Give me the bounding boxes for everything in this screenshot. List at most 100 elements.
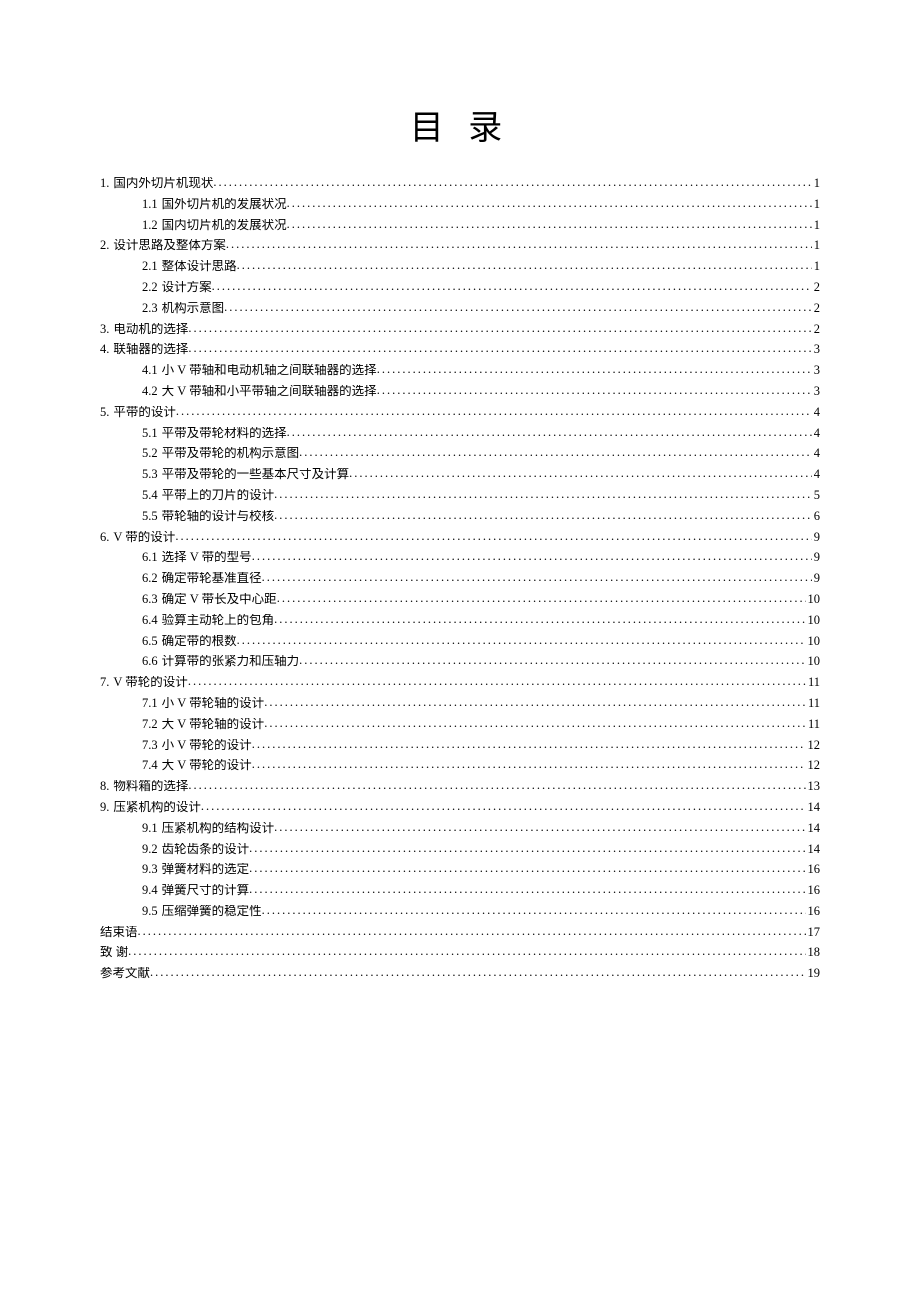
toc-entry[interactable]: 参考文献19: [100, 967, 820, 980]
toc-leader: [377, 364, 812, 376]
toc-text: 大 V 带轴和小平带轴之间联轴器的选择: [162, 385, 377, 398]
toc-entry[interactable]: 9.压紧机构的设计14: [100, 801, 820, 814]
toc-entry[interactable]: 2.3机构示意图2: [100, 302, 820, 315]
toc-text: 整体设计思路: [162, 260, 237, 273]
toc-entry[interactable]: 5.4平带上的刀片的设计5: [100, 489, 820, 502]
toc-entry[interactable]: 6.V 带的设计9: [100, 531, 820, 544]
toc-leader: [274, 614, 805, 626]
toc-entry[interactable]: 8.物料箱的选择13: [100, 780, 820, 793]
toc-text: 弹簧尺寸的计算: [162, 884, 250, 897]
toc-number: 9.: [100, 801, 109, 814]
toc-entry[interactable]: 5.5带轮轴的设计与校核6: [100, 510, 820, 523]
toc-page: 12: [806, 759, 821, 772]
toc-number: 1.1: [142, 198, 158, 211]
toc-leader: [349, 468, 812, 480]
toc-entry[interactable]: 6.3确定 V 带长及中心距10: [100, 593, 820, 606]
toc-entry[interactable]: 5.平带的设计4: [100, 406, 820, 419]
toc-page: 14: [806, 822, 821, 835]
toc-entry[interactable]: 致 谢18: [100, 946, 820, 959]
toc-entry[interactable]: 1.1国外切片机的发展状况1: [100, 198, 820, 211]
toc-entry[interactable]: 2.1整体设计思路1: [100, 260, 820, 273]
toc-entry[interactable]: 9.5压缩弹簧的稳定性16: [100, 905, 820, 918]
toc-leader: [299, 447, 812, 459]
toc-number: 6.6: [142, 655, 158, 668]
toc-page: 11: [806, 718, 820, 731]
toc-text: 计算带的张紧力和压轴力: [162, 655, 300, 668]
toc-entry[interactable]: 6.2确定带轮基准直径9: [100, 572, 820, 585]
toc-page: 3: [812, 364, 820, 377]
table-of-contents: 1.国内外切片机现状11.1国外切片机的发展状况11.2国内切片机的发展状况12…: [100, 177, 820, 980]
toc-entry[interactable]: 结束语17: [100, 926, 820, 939]
toc-leader: [128, 946, 805, 958]
toc-entry[interactable]: 1.2国内切片机的发展状况1: [100, 219, 820, 232]
toc-entry[interactable]: 4.1小 V 带轴和电动机轴之间联轴器的选择3: [100, 364, 820, 377]
toc-text: V 带的设计: [113, 531, 175, 544]
toc-text: 小 V 带轮轴的设计: [162, 697, 265, 710]
toc-page: 10: [806, 655, 821, 668]
toc-number: 6.5: [142, 635, 158, 648]
toc-leader: [188, 780, 805, 792]
toc-text: 平带的设计: [113, 406, 176, 419]
toc-page: 19: [806, 967, 821, 980]
toc-leader: [287, 219, 812, 231]
toc-entry[interactable]: 7.4大 V 带轮的设计12: [100, 759, 820, 772]
toc-entry[interactable]: 9.3弹簧材料的选定16: [100, 863, 820, 876]
toc-entry[interactable]: 6.4验算主动轮上的包角10: [100, 614, 820, 627]
toc-leader: [262, 572, 812, 584]
toc-number: 9.1: [142, 822, 158, 835]
toc-number: 6.3: [142, 593, 158, 606]
toc-entry[interactable]: 6.5确定带的根数10: [100, 635, 820, 648]
toc-entry[interactable]: 5.2平带及带轮的机构示意图4: [100, 447, 820, 460]
toc-number: 8.: [100, 780, 109, 793]
toc-entry[interactable]: 5.1平带及带轮材料的选择4: [100, 427, 820, 440]
toc-entry[interactable]: 7.3小 V 带轮的设计12: [100, 739, 820, 752]
toc-number: 4.1: [142, 364, 158, 377]
toc-entry[interactable]: 7.2大 V 带轮轴的设计11: [100, 718, 820, 731]
toc-number: 9.5: [142, 905, 158, 918]
toc-entry[interactable]: 1.国内外切片机现状1: [100, 177, 820, 190]
toc-number: 1.2: [142, 219, 158, 232]
toc-text: 致 谢: [100, 946, 128, 959]
toc-page: 9: [812, 572, 820, 585]
toc-leader: [176, 406, 812, 418]
toc-entry[interactable]: 3.电动机的选择2: [100, 323, 820, 336]
toc-text: 结束语: [100, 926, 138, 939]
toc-leader: [138, 926, 806, 938]
toc-page: 12: [806, 739, 821, 752]
toc-leader: [249, 843, 805, 855]
toc-entry[interactable]: 4.2大 V 带轴和小平带轴之间联轴器的选择3: [100, 385, 820, 398]
toc-page: 13: [806, 780, 821, 793]
toc-number: 5.3: [142, 468, 158, 481]
toc-number: 7.2: [142, 718, 158, 731]
toc-number: 5.5: [142, 510, 158, 523]
toc-entry[interactable]: 7.V 带轮的设计11: [100, 676, 820, 689]
toc-entry[interactable]: 7.1小 V 带轮轴的设计11: [100, 697, 820, 710]
toc-number: 6.: [100, 531, 109, 544]
toc-leader: [237, 635, 806, 647]
toc-entry[interactable]: 9.2齿轮齿条的设计14: [100, 843, 820, 856]
toc-entry[interactable]: 2.2设计方案2: [100, 281, 820, 294]
toc-leader: [252, 551, 812, 563]
toc-entry[interactable]: 9.4弹簧尺寸的计算16: [100, 884, 820, 897]
toc-text: 带轮轴的设计与校核: [162, 510, 275, 523]
toc-number: 2.: [100, 239, 109, 252]
toc-text: V 带轮的设计: [113, 676, 187, 689]
toc-entry[interactable]: 6.1选择 V 带的型号9: [100, 551, 820, 564]
toc-text: 选择 V 带的型号: [162, 551, 252, 564]
toc-entry[interactable]: 5.3平带及带轮的一些基本尺寸及计算4: [100, 468, 820, 481]
toc-page: 3: [812, 343, 820, 356]
toc-page: 1: [812, 177, 820, 190]
toc-text: 国内切片机的发展状况: [162, 219, 287, 232]
toc-page: 14: [806, 801, 821, 814]
toc-entry[interactable]: 4.联轴器的选择3: [100, 343, 820, 356]
toc-leader: [264, 697, 806, 709]
toc-number: 3.: [100, 323, 109, 336]
toc-leader: [377, 385, 812, 397]
toc-page: 11: [806, 676, 820, 689]
toc-page: 14: [806, 843, 821, 856]
toc-entry[interactable]: 9.1压紧机构的结构设计14: [100, 822, 820, 835]
toc-page: 3: [812, 385, 820, 398]
toc-entry[interactable]: 6.6 计算带的张紧力和压轴力 10: [100, 655, 820, 668]
toc-leader: [237, 260, 812, 272]
toc-entry[interactable]: 2.设计思路及整体方案1: [100, 239, 820, 252]
